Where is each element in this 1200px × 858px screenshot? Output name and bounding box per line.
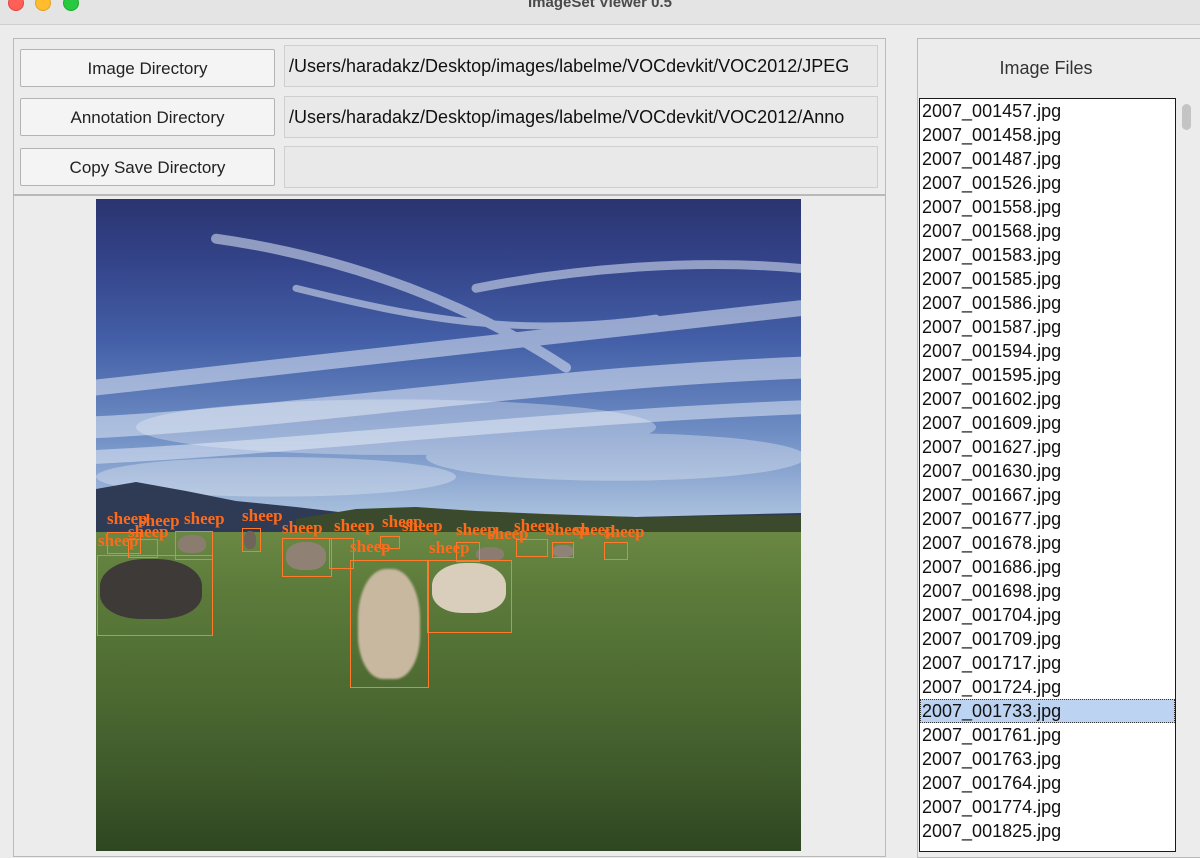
annotation-box <box>552 542 574 558</box>
annotated-image: sheep sheep sheep sheep sheep sheep shee… <box>96 199 801 851</box>
annotation-directory-field[interactable]: /Users/haradakz/Desktop/images/labelme/V… <box>284 96 878 138</box>
file-list-item[interactable]: 2007_001568.jpg <box>920 219 1175 243</box>
image-directory-button[interactable]: Image Directory <box>20 49 275 87</box>
file-list-item[interactable]: 2007_001558.jpg <box>920 195 1175 219</box>
file-list-item[interactable]: 2007_001709.jpg <box>920 627 1175 651</box>
annotation-label: sheep <box>402 516 443 535</box>
file-list-item[interactable]: 2007_001825.jpg <box>920 819 1175 843</box>
sheep <box>476 547 504 561</box>
image-directory-field[interactable]: /Users/haradakz/Desktop/images/labelme/V… <box>284 45 878 87</box>
file-list-item[interactable]: 2007_001630.jpg <box>920 459 1175 483</box>
file-list-item[interactable]: 2007_001733.jpg <box>920 699 1175 723</box>
annotation-box <box>604 542 628 560</box>
annotation-box <box>350 560 429 688</box>
file-list-item[interactable]: 2007_001583.jpg <box>920 243 1175 267</box>
file-list-item[interactable]: 2007_001587.jpg <box>920 315 1175 339</box>
file-list-item[interactable]: 2007_001627.jpg <box>920 435 1175 459</box>
file-list-item[interactable]: 2007_001774.jpg <box>920 795 1175 819</box>
copy-save-directory-field[interactable] <box>284 146 878 188</box>
file-list-item[interactable]: 2007_001586.jpg <box>920 291 1175 315</box>
file-list-item[interactable]: 2007_001487.jpg <box>920 147 1175 171</box>
file-list-item[interactable]: 2007_001764.jpg <box>920 771 1175 795</box>
file-list-item[interactable]: 2007_001677.jpg <box>920 507 1175 531</box>
image-file-list[interactable]: 2007_001457.jpg 2007_001458.jpg 2007_00148… <box>919 98 1176 852</box>
title-bar: ImageSet Viewer 0.5 <box>0 0 1200 25</box>
file-list-item[interactable]: 2007_001667.jpg <box>920 483 1175 507</box>
copy-save-directory-button[interactable]: Copy Save Directory <box>20 148 275 186</box>
annotation-box <box>282 538 332 577</box>
window-title: ImageSet Viewer 0.5 <box>528 0 672 11</box>
annotation-box <box>175 531 213 560</box>
file-list-item[interactable]: 2007_001717.jpg <box>920 651 1175 675</box>
file-list-item[interactable]: 2007_001678.jpg <box>920 531 1175 555</box>
file-list-item[interactable]: 2007_001609.jpg <box>920 411 1175 435</box>
annotation-label: sheep <box>139 511 180 530</box>
file-list-item[interactable]: 2007_001686.jpg <box>920 555 1175 579</box>
annotation-label: sheep <box>242 506 283 525</box>
annotation-box <box>242 528 261 552</box>
annotation-label: sheep <box>429 538 470 557</box>
file-list-item[interactable]: 2007_001595.jpg <box>920 363 1175 387</box>
file-list-item[interactable]: 2007_001585.jpg <box>920 267 1175 291</box>
annotation-label: sheep <box>350 537 391 556</box>
file-list-item[interactable]: 2007_001602.jpg <box>920 387 1175 411</box>
annotation-box <box>427 560 512 633</box>
file-list-item[interactable]: 2007_001698.jpg <box>920 579 1175 603</box>
file-list-scrollbar[interactable] <box>1178 98 1194 852</box>
file-list-item[interactable]: 2007_001704.jpg <box>920 603 1175 627</box>
file-list-item[interactable]: 2007_001761.jpg <box>920 723 1175 747</box>
file-list-item[interactable]: 2007_001594.jpg <box>920 339 1175 363</box>
file-list-item[interactable]: 2007_001458.jpg <box>920 123 1175 147</box>
annotation-box <box>97 555 213 636</box>
file-list-item[interactable]: 2007_001457.jpg <box>920 99 1175 123</box>
file-list-item[interactable]: 2007_001763.jpg <box>920 747 1175 771</box>
annotation-directory-button[interactable]: Annotation Directory <box>20 98 275 136</box>
annotation-label: sheep <box>604 522 645 541</box>
file-list-item[interactable]: 2007_001724.jpg <box>920 675 1175 699</box>
annotation-label: sheep <box>184 509 225 528</box>
annotation-label: sheep <box>334 516 375 535</box>
file-list-item[interactable]: 2007_001526.jpg <box>920 171 1175 195</box>
annotation-label: sheep <box>282 518 323 537</box>
file-list-title: Image Files <box>999 58 1093 78</box>
directory-panel: Image Directory /Users/haradakz/Desktop/… <box>13 38 886 195</box>
file-list-scroll-thumb[interactable] <box>1182 104 1191 130</box>
